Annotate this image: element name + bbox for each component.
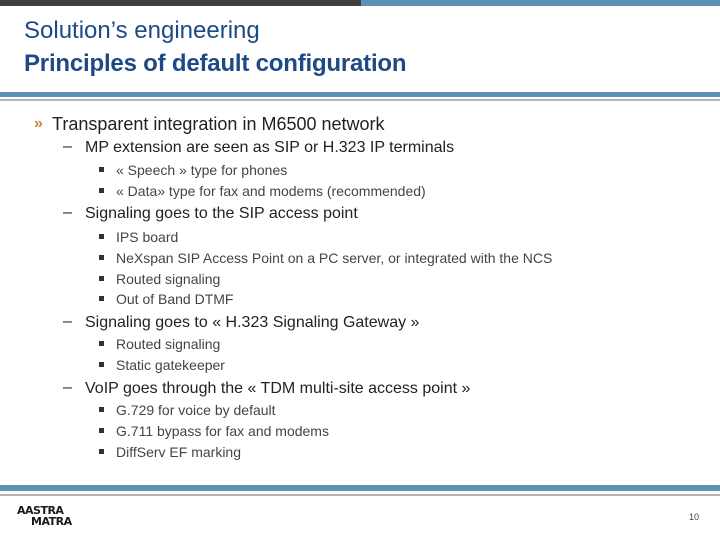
- list-item-text: Out of Band DTMF: [116, 291, 234, 307]
- square-bullet-icon: [99, 188, 104, 193]
- list-item-text: MP extension are seen as SIP or H.323 IP…: [85, 139, 455, 156]
- aastra-matra-logo: AASTRA MATRA: [17, 505, 72, 527]
- list-item-text: Signaling goes to « H.323 Signaling Gate…: [85, 314, 420, 331]
- header-divider-line: [0, 99, 720, 101]
- top-bar-blue: [361, 0, 720, 6]
- list-item-text: IPS board: [116, 229, 179, 245]
- list-item-text: G.729 for voice by default: [116, 402, 276, 418]
- list-item-text: Transparent integration in M6500 network: [52, 114, 385, 134]
- square-bullet-icon: [99, 255, 104, 260]
- top-bar-dark: [0, 0, 361, 6]
- chevron-bullet-icon: »: [34, 115, 43, 132]
- logo-line-2: MATRA: [31, 515, 72, 528]
- list-item-text: VoIP goes through the « TDM multi-site a…: [85, 380, 471, 397]
- dash-bullet-icon: –: [63, 313, 72, 330]
- list-item-text: Signaling goes to the SIP access point: [85, 205, 358, 222]
- list-item-text: Routed signaling: [116, 271, 221, 287]
- footer-divider-line: [0, 494, 720, 496]
- square-bullet-icon: [99, 234, 104, 239]
- footer-divider-bar: [0, 485, 720, 491]
- list-item-text: NeXspan SIP Access Point on a PC server,…: [116, 250, 553, 266]
- list-item-text: DiffServ EF marking: [116, 444, 241, 460]
- square-bullet-icon: [99, 449, 104, 454]
- list-item-text: Static gatekeeper: [116, 357, 225, 373]
- list-item-text: « Speech » type for phones: [116, 162, 288, 178]
- dash-bullet-icon: –: [63, 204, 72, 221]
- header-divider-bar: [0, 92, 720, 97]
- square-bullet-icon: [99, 362, 104, 367]
- square-bullet-icon: [99, 296, 104, 301]
- list-item-text: Routed signaling: [116, 336, 221, 352]
- square-bullet-icon: [99, 428, 104, 433]
- square-bullet-icon: [99, 341, 104, 346]
- dash-bullet-icon: –: [63, 138, 72, 155]
- slide-title: Solution’s engineering: [24, 17, 260, 44]
- square-bullet-icon: [99, 407, 104, 412]
- list-item-text: « Data» type for fax and modems (recomme…: [116, 183, 426, 199]
- square-bullet-icon: [99, 276, 104, 281]
- dash-bullet-icon: –: [63, 379, 72, 396]
- square-bullet-icon: [99, 167, 104, 172]
- page-number: 10: [689, 512, 700, 522]
- slide-subtitle: Principles of default configuration: [24, 50, 407, 77]
- list-item-text: G.711 bypass for fax and modems: [116, 423, 329, 439]
